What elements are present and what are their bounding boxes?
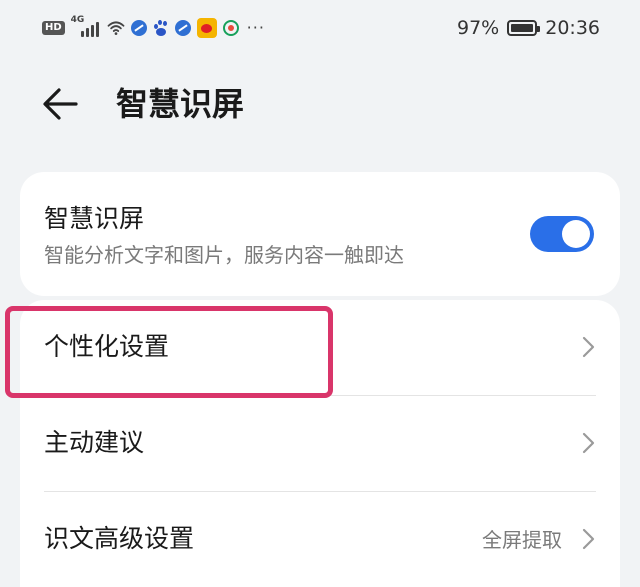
active-suggestions-row[interactable]: 主动建议 bbox=[20, 396, 620, 490]
row-value: 全屏提取 bbox=[482, 528, 562, 552]
text-recognition-advanced-settings-row[interactable]: 识文高级设置 全屏提取 bbox=[20, 492, 620, 586]
app-icon bbox=[174, 20, 191, 36]
signal-icon: 4G bbox=[71, 15, 101, 39]
personalization-settings-row[interactable]: 个性化设置 bbox=[20, 300, 620, 394]
page-title: 智慧识屏 bbox=[116, 85, 245, 123]
wifi-icon bbox=[107, 21, 125, 35]
battery-percentage: 97% bbox=[457, 17, 500, 39]
back-arrow-icon bbox=[43, 88, 78, 120]
chevron-right-icon bbox=[582, 432, 595, 454]
smart-screen-card: 智慧识屏 智能分析文字和图片，服务内容一触即达 bbox=[20, 172, 620, 296]
row-label: 主动建议 bbox=[44, 428, 145, 457]
smart-screen-toggle[interactable] bbox=[530, 216, 594, 252]
row-label: 识文高级设置 bbox=[44, 524, 195, 553]
settings-list: 个性化设置 主动建议 识文高级设置 全屏提取 bbox=[20, 300, 620, 587]
row-label: 个性化设置 bbox=[44, 332, 170, 361]
battery-icon bbox=[507, 20, 541, 36]
status-bar-left: HD 4G ··· bbox=[42, 14, 265, 42]
status-bar-right: 97% 20:36 bbox=[457, 14, 600, 42]
smart-screen-description: 智能分析文字和图片，服务内容一触即达 bbox=[44, 243, 404, 267]
more-icon: ··· bbox=[246, 18, 265, 37]
smart-screen-title: 智慧识屏 bbox=[44, 204, 145, 233]
chevron-right-icon bbox=[582, 336, 595, 358]
back-button[interactable] bbox=[36, 80, 84, 128]
weibo-icon bbox=[196, 18, 217, 38]
app-icon bbox=[130, 20, 147, 36]
chevron-right-icon bbox=[582, 528, 595, 550]
header: 智慧识屏 bbox=[0, 60, 640, 148]
hd-badge: HD bbox=[42, 21, 65, 35]
toggle-knob bbox=[562, 220, 590, 248]
app-icon bbox=[222, 20, 239, 36]
clock: 20:36 bbox=[545, 17, 600, 39]
baidu-icon bbox=[153, 20, 169, 36]
battery-level bbox=[511, 24, 533, 32]
status-bar: HD 4G ··· 97% 20:36 bbox=[0, 0, 640, 56]
